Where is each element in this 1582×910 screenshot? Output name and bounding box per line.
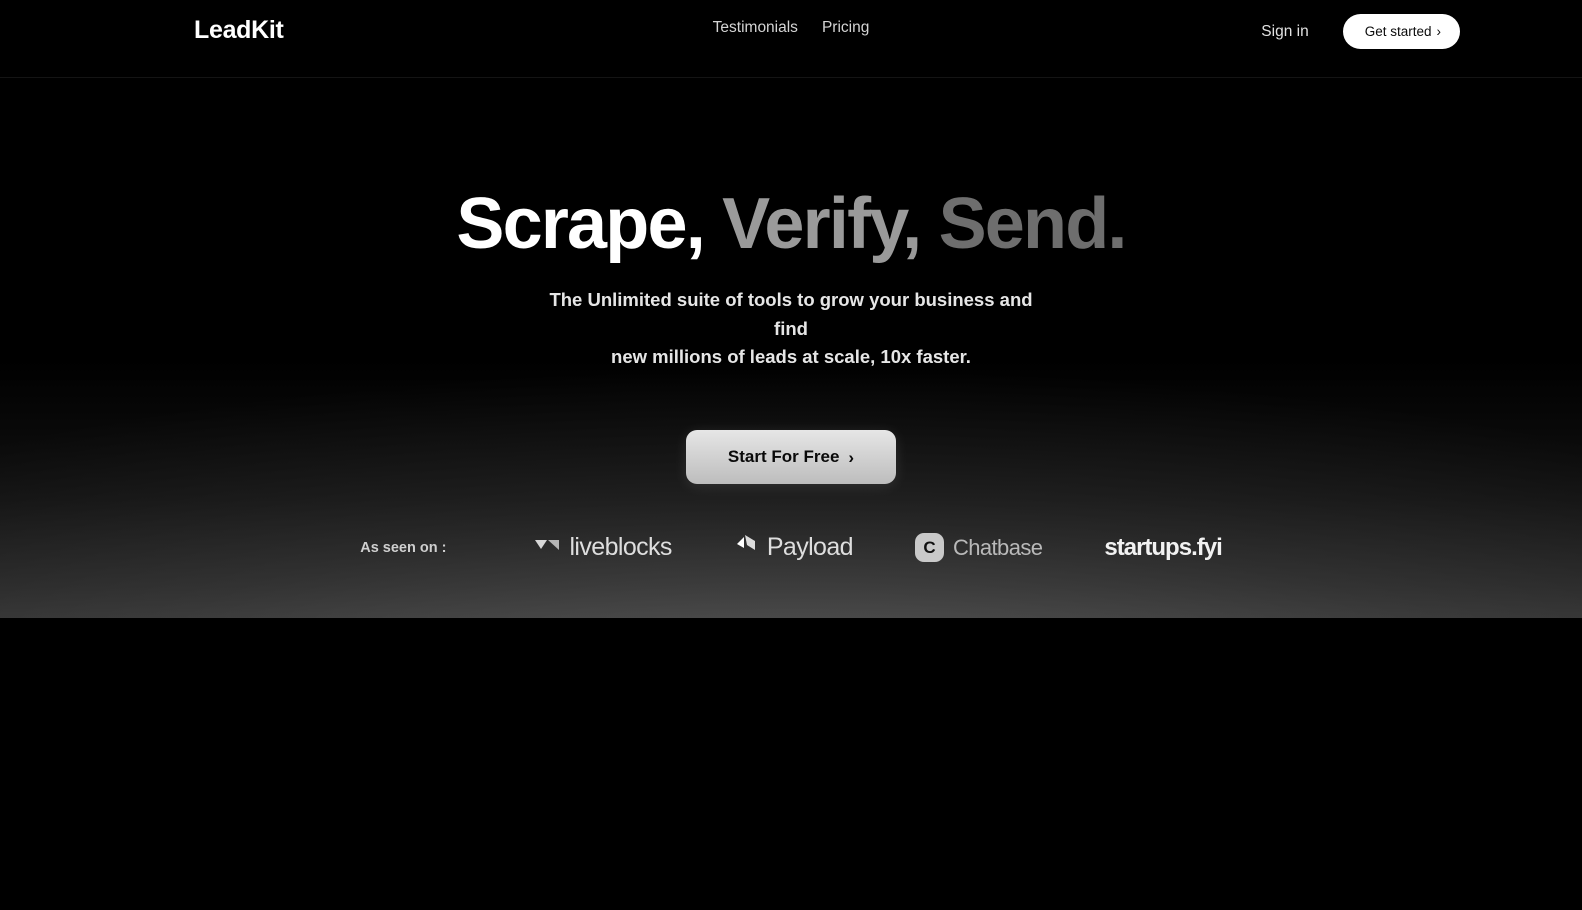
- liveblocks-wordmark: liveblocks: [569, 533, 672, 561]
- hero-subtitle-line-1: The Unlimited suite of tools to grow you…: [549, 289, 1033, 310]
- startups-fyi-wordmark: startups.fyi: [1104, 533, 1222, 561]
- chevron-right-icon: ›: [1436, 23, 1442, 39]
- top-navigation-bar: LeadKit Testimonials Pricing Sign in Get…: [0, 0, 1582, 78]
- chatbase-wordmark: Chatbase: [952, 534, 1043, 560]
- page-title: Scrape, Verify, Send.: [0, 188, 1582, 260]
- logo-payload[interactable]: Payload: [734, 533, 854, 562]
- payload-icon: [734, 533, 758, 562]
- features-section: 1 Scrape milions of emails from any soci…: [0, 618, 1582, 910]
- liveblocks-icon: [534, 535, 560, 560]
- payload-wordmark: Payload: [766, 533, 854, 561]
- as-seen-on-label: As seen on :: [360, 539, 447, 556]
- get-started-button[interactable]: Get started ›: [1342, 14, 1460, 49]
- headline-word-scrape: Scrape,: [456, 184, 705, 264]
- logo-startups-fyi[interactable]: startups.fyi: [1104, 533, 1222, 562]
- headline-word-verify: Verify,: [722, 184, 922, 264]
- get-started-label: Get started: [1364, 24, 1432, 39]
- hero-cta-container: Start For Free ›: [0, 430, 1582, 484]
- hero-subtitle-line-2: find: [774, 317, 808, 339]
- sign-in-link[interactable]: Sign in: [1261, 23, 1308, 41]
- nav-link-pricing[interactable]: Pricing: [822, 19, 869, 37]
- hero-subtitle-line-3: new millions of leads at scale, 10x fast…: [611, 346, 971, 368]
- start-for-free-label: Start For Free: [727, 447, 840, 466]
- headline-word-send: Send.: [938, 184, 1128, 264]
- hero-subtitle: The Unlimited suite of tools to grow you…: [0, 286, 1582, 372]
- chevron-right-icon: ›: [848, 447, 855, 467]
- logo-chatbase[interactable]: C Chatbase: [914, 533, 1043, 562]
- landing-page: LeadKit Testimonials Pricing Sign in Get…: [0, 0, 1582, 910]
- start-for-free-button[interactable]: Start For Free ›: [685, 430, 897, 484]
- social-proof-logo-strip: As seen on : liveblocks Payload C Chatba…: [0, 533, 1582, 562]
- logo-liveblocks[interactable]: liveblocks: [534, 533, 672, 562]
- nav-link-testimonials[interactable]: Testimonials: [713, 19, 798, 37]
- hero-section: Scrape, Verify, Send. The Unlimited suit…: [0, 78, 1582, 618]
- nav-actions: Sign in Get started ›: [1261, 14, 1460, 49]
- chatbase-icon: C: [914, 533, 944, 562]
